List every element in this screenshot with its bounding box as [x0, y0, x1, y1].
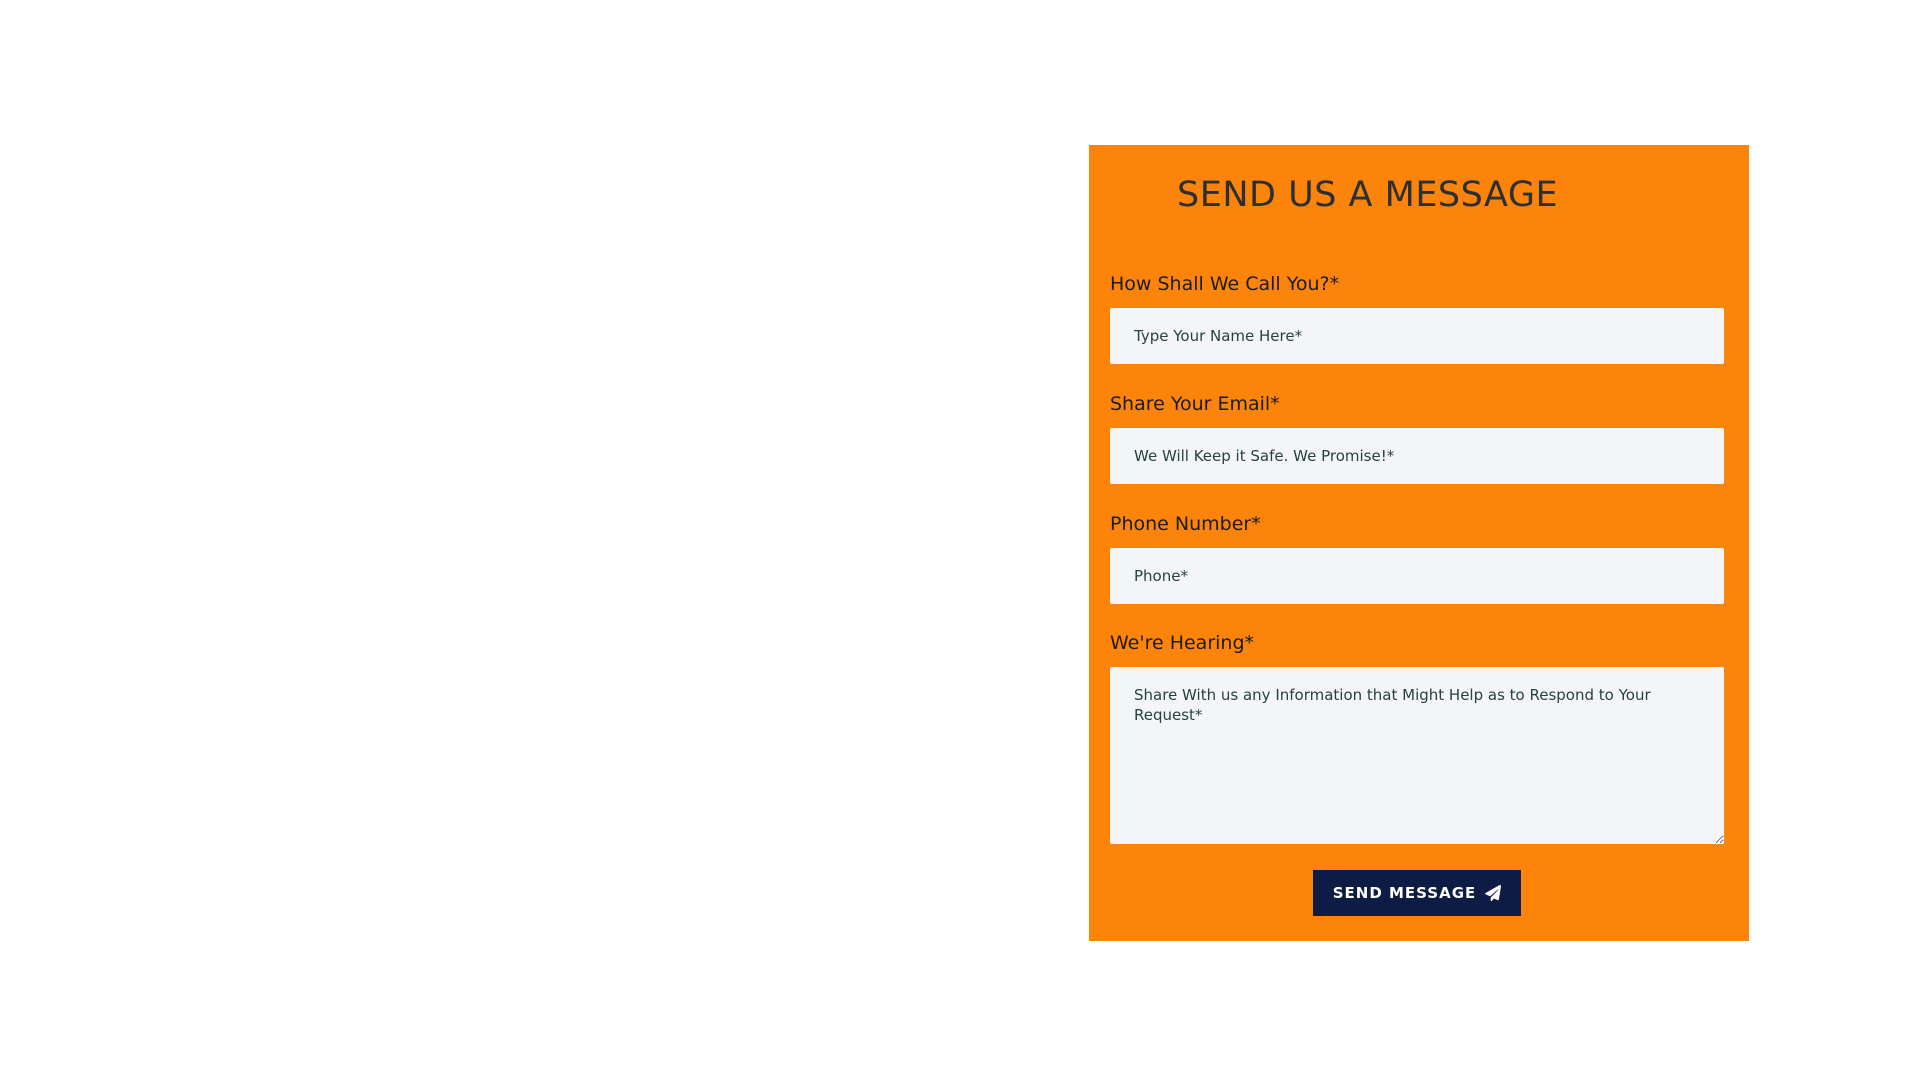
name-field-label: How Shall We Call You?*: [1110, 273, 1340, 295]
message-field-label: We're Hearing*: [1110, 632, 1255, 654]
send-message-button-label: SEND MESSAGE: [1332, 884, 1477, 902]
message-textarea[interactable]: [1110, 667, 1724, 844]
email-input[interactable]: [1110, 428, 1724, 484]
name-input[interactable]: [1110, 308, 1724, 364]
contact-form: SEND US A MESSAGE How Shall We Call You?…: [1089, 145, 1749, 941]
page: SEND US A MESSAGE How Shall We Call You?…: [0, 0, 1920, 1080]
send-message-button[interactable]: SEND MESSAGE: [1313, 870, 1521, 916]
email-field-label: Share Your Email*: [1110, 393, 1280, 415]
phone-field-label: Phone Number*: [1110, 513, 1261, 535]
phone-input[interactable]: [1110, 548, 1724, 604]
paper-plane-icon: [1485, 884, 1502, 901]
form-title: SEND US A MESSAGE: [1177, 175, 1559, 215]
